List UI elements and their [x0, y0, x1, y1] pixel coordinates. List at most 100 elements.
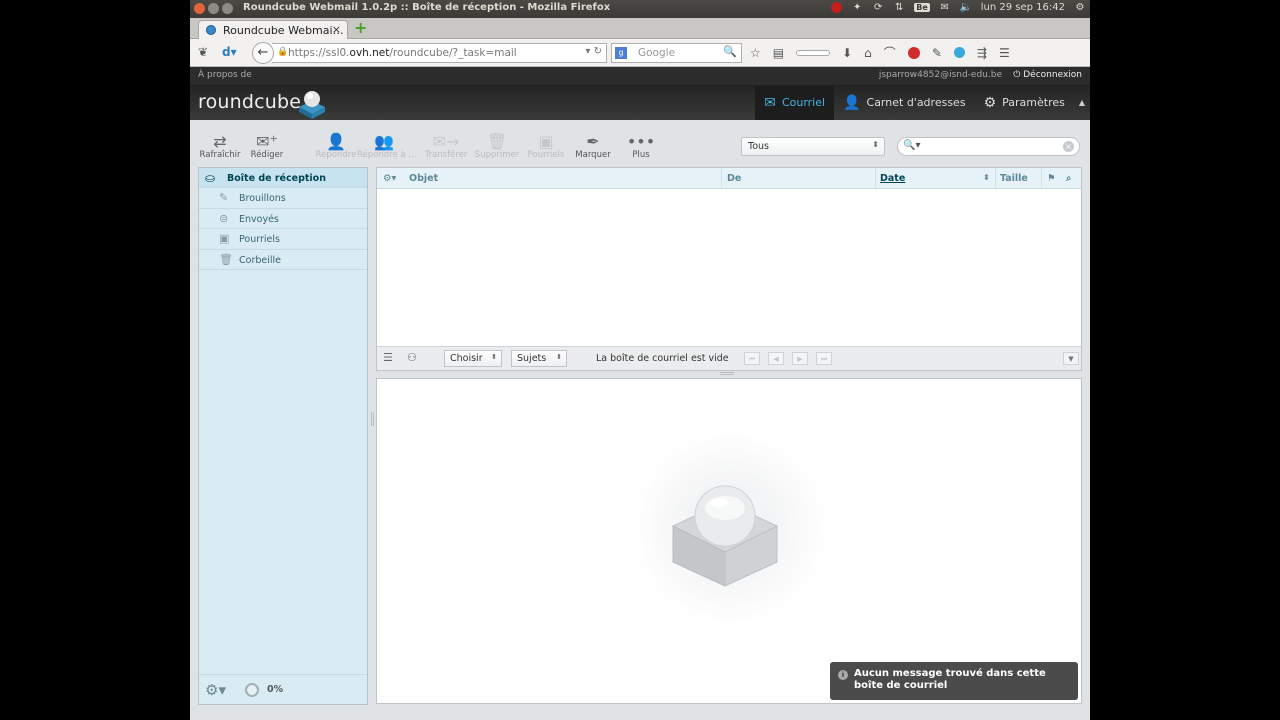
d-extension-icon[interactable]: d▾ [222, 45, 237, 59]
clear-search-icon[interactable]: × [1063, 141, 1074, 152]
mail-icon[interactable]: ✉ [939, 1, 951, 13]
record-icon[interactable] [831, 1, 843, 13]
tab-close-icon[interactable]: × [332, 23, 341, 36]
first-page-button[interactable]: ⏮ [744, 352, 760, 365]
column-date[interactable]: Date [880, 173, 905, 184]
browser-tab[interactable]: Roundcube Webmai… × [198, 20, 348, 39]
last-page-button[interactable]: ⏭ [816, 352, 832, 365]
task-addressbook[interactable]: 👤 Carnet d'adresses [834, 85, 974, 120]
url-domain: ovh.net [349, 47, 390, 59]
clock[interactable]: lun 29 sep 16:42 [981, 2, 1065, 13]
roundcube-logo-icon [299, 91, 325, 119]
extension-icon[interactable]: ❦ [198, 45, 208, 59]
reload-icon[interactable]: ▾ ↻ [585, 46, 602, 57]
reply-all-button[interactable]: 👥 Répondre à … [357, 132, 417, 160]
refresh-button[interactable]: ⇄ Rafraîchir [193, 132, 247, 160]
next-page-button[interactable]: ▶ [792, 352, 808, 365]
more-icon: ••• [626, 132, 656, 151]
folder-trash[interactable]: 🗑 Corbeille [199, 250, 367, 270]
list-options-gear-icon[interactable]: ⚙▾ [383, 173, 396, 184]
search-icon[interactable]: 🔍▾ [903, 140, 920, 151]
home-icon[interactable]: ⌂ [864, 46, 872, 60]
threads-view-icon[interactable]: ⚇ [407, 351, 417, 364]
keyboard-layout-indicator[interactable]: Be [914, 2, 930, 12]
more-label: Plus [632, 150, 650, 160]
column-subject[interactable]: Objet [409, 173, 438, 184]
task-mail-label: Courriel [781, 96, 826, 109]
window-controls [194, 3, 233, 14]
new-tab-button[interactable]: + [354, 20, 367, 36]
header-collapse-icon[interactable]: ▲ [1074, 85, 1090, 120]
list-status: La boîte de courriel est vide [596, 353, 729, 364]
window-close-button[interactable] [194, 3, 205, 14]
horizontal-splitter[interactable] [720, 372, 734, 375]
search-placeholder: Google [638, 47, 676, 59]
mark-button[interactable]: ✒ Marquer [566, 132, 620, 160]
quick-search-input[interactable]: 🔍▾ × [897, 137, 1080, 156]
folder-actions-gear-icon[interactable]: ⚙▾ [205, 681, 226, 699]
flag-column-icon[interactable]: ⚑ [1047, 173, 1056, 184]
task-mail[interactable]: ✉ Courriel [755, 85, 835, 120]
share-icon[interactable]: ⇶ [977, 46, 987, 60]
attachment-column-icon[interactable]: ⌕ [1066, 173, 1071, 184]
column-size[interactable]: Taille [1000, 173, 1028, 184]
gear-icon[interactable]: ⚙ [1074, 1, 1086, 13]
trash-icon: 🗑 [219, 252, 233, 266]
task-settings[interactable]: ⚙ Paramètres [975, 85, 1074, 120]
lock-icon: 🔒 [277, 47, 289, 57]
about-link[interactable]: À propos de [198, 70, 252, 80]
preview-pane [376, 378, 1082, 704]
sync-status-icon[interactable] [953, 47, 965, 58]
menu-icon[interactable]: ☰ [999, 46, 1010, 60]
folder-sent[interactable]: ⊜ Envoyés [199, 209, 367, 229]
task-menu: ✉ Courriel 👤 Carnet d'adresses ⚙ Paramèt… [755, 85, 1090, 120]
delete-button[interactable]: 🗑 Supprimer [470, 132, 524, 160]
vertical-splitter[interactable] [371, 412, 374, 426]
network-icon[interactable]: ⇅ [893, 1, 905, 13]
rainbow-icon[interactable]: ⌒ [884, 44, 896, 61]
logout-link[interactable]: ⏻ Déconnexion [1013, 70, 1082, 80]
filter-select[interactable]: Tous ⬍ [741, 137, 885, 156]
roundcube-watermark-icon [671, 485, 779, 587]
notification-message[interactable]: i Aucun message trouvé dans cette boîte … [830, 662, 1078, 700]
volume-icon[interactable]: 🔈 [960, 1, 972, 13]
reading-list-icon[interactable]: ▤ [773, 46, 784, 60]
sync-icon[interactable]: ⟳ [872, 1, 884, 13]
window-minimize-button[interactable] [208, 3, 219, 14]
quota-icon [245, 683, 259, 697]
collapse-preview-button[interactable]: ▼ [1063, 352, 1079, 365]
user-email: jsparrow4852@isnd-edu.be [878, 70, 1002, 80]
screen: Roundcube Webmail 1.0.2p :: Boîte de réc… [190, 0, 1090, 720]
select-arrows-icon: ⬍ [872, 140, 879, 149]
forward-button[interactable]: ✉→ Transférer [419, 132, 473, 160]
url-prefix: https://ssl0. [288, 47, 350, 59]
column-from[interactable]: De [727, 173, 741, 184]
bookmark-star-icon[interactable]: ☆ [750, 46, 761, 60]
dropbox-icon[interactable]: ✦ [851, 1, 863, 13]
threads-dropdown[interactable]: Sujets ⬍ [511, 350, 567, 367]
more-button[interactable]: ••• Plus [614, 132, 668, 160]
download-icon[interactable]: ⬇ [842, 46, 852, 60]
spam-button[interactable]: ▣ Pourriels [519, 132, 573, 160]
search-bar[interactable]: g Google 🔍 [611, 43, 742, 63]
reply-all-label: Répondre à … [357, 150, 417, 160]
list-view-icon[interactable]: ☰ [383, 351, 393, 364]
search-icon[interactable]: 🔍 [723, 45, 737, 58]
google-icon[interactable]: g [615, 47, 627, 59]
reply-button[interactable]: 👤 Répondre [309, 132, 363, 160]
folder-inbox[interactable]: ⛀ Boîte de réception [199, 168, 367, 188]
folder-drafts[interactable]: ✎ Brouillons [199, 188, 367, 209]
rc-header: roundcube ✉ Courriel 👤 Carnet d'adresses… [190, 85, 1090, 120]
previous-page-button[interactable]: ◀ [768, 352, 784, 365]
adblock-icon[interactable] [907, 46, 920, 59]
back-button[interactable]: ← [252, 42, 274, 64]
window-maximize-button[interactable] [222, 3, 233, 14]
pen-icon[interactable]: ✎ [932, 46, 942, 60]
forward-icon: ✉→ [432, 132, 460, 151]
compose-button[interactable]: ✉⁺ Rédiger [240, 132, 294, 160]
folder-junk[interactable]: ▣ Pourriels [199, 229, 367, 250]
select-dropdown[interactable]: Choisir ⬍ [444, 350, 502, 367]
url-bar[interactable]: 🔒 https://ssl0.ovh.net/roundcube/?_task=… [272, 43, 607, 63]
roundcube-logo[interactable]: roundcube [198, 91, 301, 113]
quota-display: 0% [267, 684, 284, 695]
